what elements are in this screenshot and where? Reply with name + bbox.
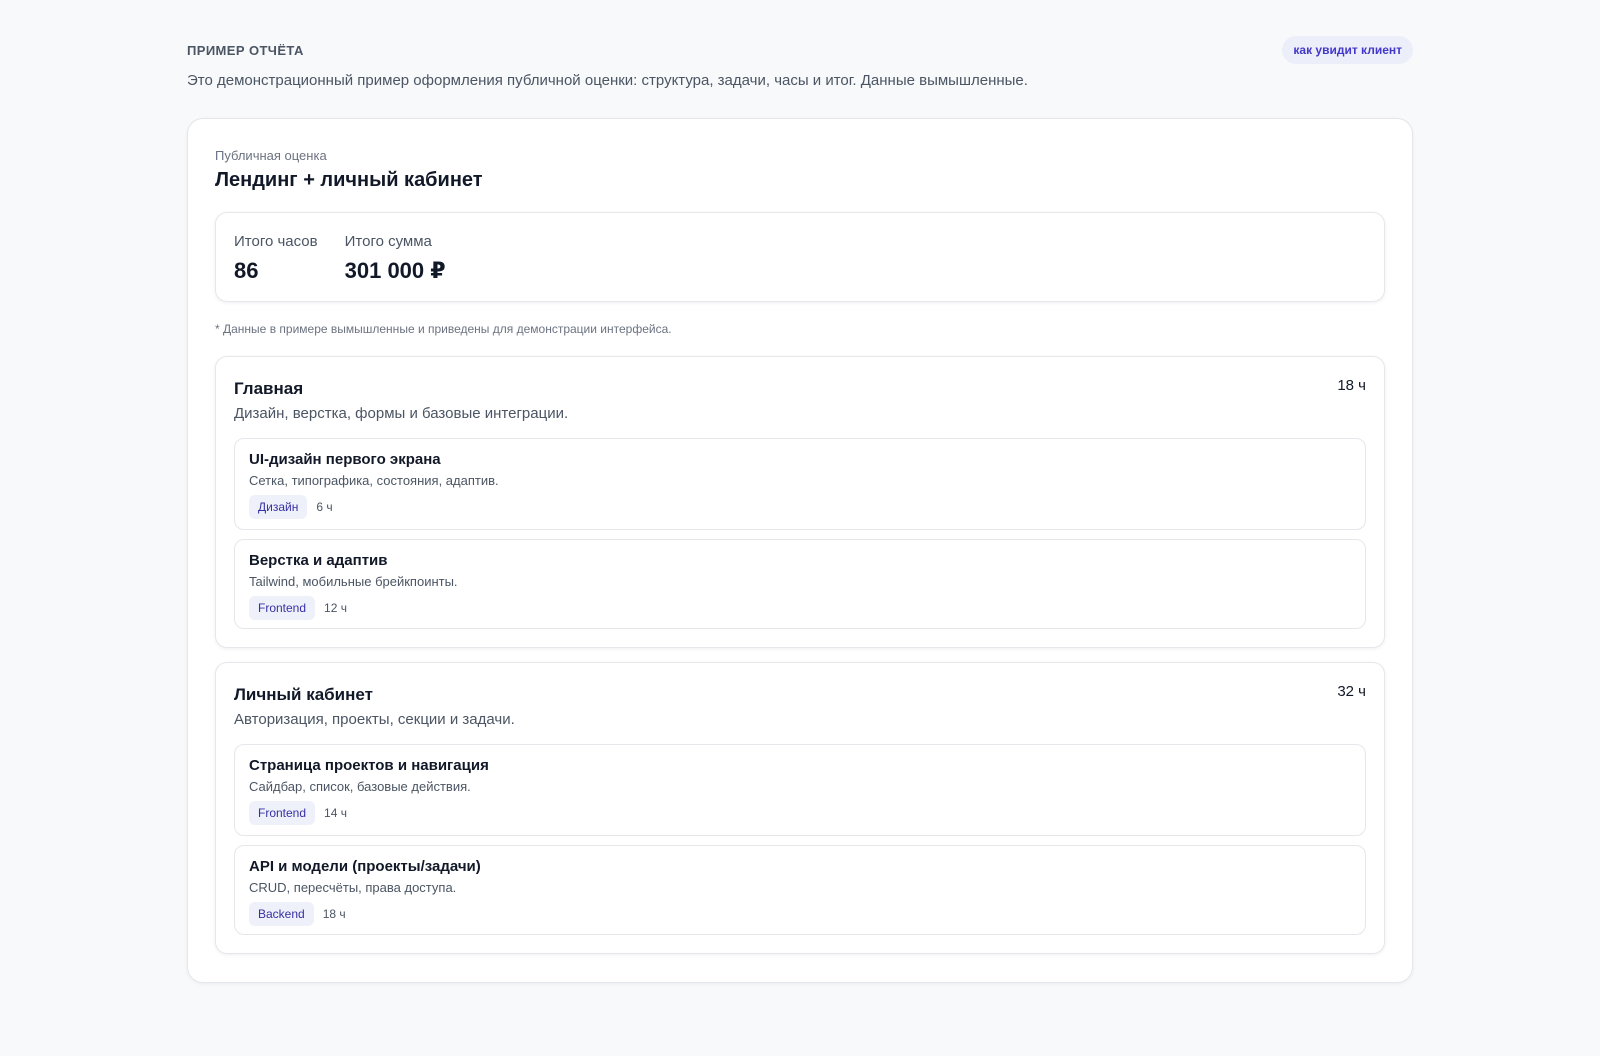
header: ПРИМЕР ОТЧЁТА как увидит клиент bbox=[187, 36, 1413, 64]
estimate-card: Публичная оценка Лендинг + личный кабине… bbox=[187, 118, 1413, 983]
estimate-kicker: Публичная оценка bbox=[215, 148, 327, 163]
footnote: * Данные в примере вымышленные и приведе… bbox=[215, 322, 672, 336]
task-description: Сайдбар, список, базовые действия. bbox=[249, 779, 471, 794]
task-meta: Backend 18 ч bbox=[249, 902, 1351, 926]
total-hours-label: Итого часов bbox=[234, 233, 318, 250]
section-title: Личный кабинет bbox=[234, 685, 373, 704]
section-main: Главная 18 ч Дизайн, верстка, формы и ба… bbox=[215, 356, 1385, 648]
total-sum-label: Итого сумма bbox=[344, 233, 432, 250]
client-view-badge[interactable]: как увидит клиент bbox=[1282, 36, 1413, 64]
total-sum: Итого сумма 301 000 ₽ bbox=[344, 233, 446, 283]
totals-panel: Итого часов 86 Итого сумма 301 000 ₽ bbox=[215, 212, 1385, 302]
page-eyebrow: ПРИМЕР ОТЧЁТА bbox=[187, 42, 304, 58]
task-description: Сетка, типографика, состояния, адаптив. bbox=[249, 473, 499, 488]
task-meta: Frontend 12 ч bbox=[249, 596, 1351, 620]
task-title: API и модели (проекты/задачи) bbox=[249, 858, 481, 875]
section-hours: 32 ч bbox=[1337, 683, 1366, 700]
page: ПРИМЕР ОТЧЁТА как увидит клиент Это демо… bbox=[0, 0, 1600, 1056]
total-sum-value: 301 000 ₽ bbox=[344, 258, 446, 283]
task-description: CRUD, пересчёты, права доступа. bbox=[249, 880, 457, 895]
task-description: Tailwind, мобильные брейкпоинты. bbox=[249, 574, 458, 589]
section-header: Главная 18 ч bbox=[234, 377, 1366, 399]
task-hours: 14 ч bbox=[324, 806, 347, 820]
task-item: UI-дизайн первого экрана Сетка, типограф… bbox=[234, 438, 1366, 530]
task-tag: Frontend bbox=[249, 596, 316, 620]
task-item: Верстка и адаптив Tailwind, мобильные бр… bbox=[234, 539, 1366, 629]
task-meta: Frontend 14 ч bbox=[249, 801, 1351, 825]
section-title: Главная bbox=[234, 379, 304, 398]
task-item: Страница проектов и навигация Сайдбар, с… bbox=[234, 744, 1366, 836]
total-hours-value: 86 bbox=[234, 258, 259, 283]
section-description: Дизайн, верстка, формы и базовые интегра… bbox=[234, 405, 569, 422]
section-hours: 18 ч bbox=[1337, 377, 1366, 394]
task-title: Верстка и адаптив bbox=[249, 552, 388, 569]
task-meta: Дизайн 6 ч bbox=[249, 495, 1351, 519]
task-item: API и модели (проекты/задачи) CRUD, пере… bbox=[234, 845, 1366, 935]
intro-text: Это демонстрационный пример оформления п… bbox=[187, 72, 1028, 89]
task-title: UI-дизайн первого экрана bbox=[249, 451, 441, 468]
task-tag: Frontend bbox=[249, 801, 316, 825]
section-description: Авторизация, проекты, секции и задачи. bbox=[234, 711, 515, 728]
total-hours: Итого часов 86 bbox=[234, 233, 318, 283]
estimate-title: Лендинг + личный кабинет bbox=[215, 169, 483, 191]
task-hours: 18 ч bbox=[322, 907, 346, 921]
section-account: Личный кабинет 32 ч Авторизация, проекты… bbox=[215, 662, 1385, 954]
task-tag: Дизайн bbox=[249, 495, 308, 519]
task-tag: Backend bbox=[249, 902, 314, 926]
task-title: Страница проектов и навигация bbox=[249, 757, 489, 774]
section-header: Личный кабинет 32 ч bbox=[234, 683, 1366, 705]
task-hours: 12 ч bbox=[324, 601, 347, 615]
task-hours: 6 ч bbox=[316, 500, 333, 514]
